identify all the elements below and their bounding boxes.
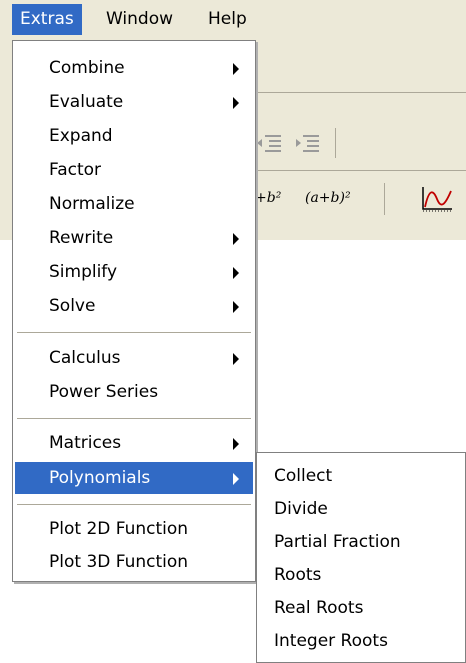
menu-item-label: Plot 3D Function [49, 552, 189, 572]
menu-item-label: Plot 2D Function [49, 519, 189, 539]
expand-square-button[interactable]: +b² [255, 190, 281, 206]
menu-item-label: Simplify [49, 262, 118, 282]
decrease-indent-icon[interactable] [255, 132, 283, 159]
menu-item-label: Polynomials [49, 468, 151, 488]
toolbar-separator [335, 128, 336, 158]
plot-2d-icon[interactable] [420, 185, 454, 218]
submenu-arrow-icon [233, 473, 239, 485]
menu-item-label: Factor [49, 160, 102, 180]
increase-indent-icon[interactable] [293, 132, 321, 159]
menu-item-plot-3d[interactable]: Plot 3D Function [15, 546, 253, 578]
menu-item-label: Real Roots [274, 598, 364, 618]
menu-separator [17, 332, 251, 333]
menu-item-label: Rewrite [49, 228, 114, 248]
menu-item-polynomials[interactable]: Polynomials [15, 462, 253, 494]
submenu-item-integer-roots[interactable]: Integer Roots [259, 625, 463, 657]
submenu-arrow-icon [233, 438, 239, 450]
menu-bar: Extras Window Help [0, 0, 466, 40]
menu-item-label: Roots [274, 565, 322, 585]
toolbar-divider [255, 92, 466, 93]
menu-separator [17, 418, 251, 419]
menu-item-label: Calculus [49, 348, 121, 368]
menu-item-rewrite[interactable]: Rewrite [15, 222, 253, 254]
submenu-arrow-icon [233, 97, 239, 109]
menu-item-evaluate[interactable]: Evaluate [15, 86, 253, 118]
menu-item-normalize[interactable]: Normalize [15, 188, 253, 220]
menu-item-label: Evaluate [49, 92, 124, 112]
menu-item-label: Combine [49, 58, 125, 78]
menu-item-solve[interactable]: Solve [15, 290, 253, 322]
toolbar-separator [384, 183, 385, 215]
toolbar-divider [255, 170, 466, 171]
submenu-item-roots[interactable]: Roots [259, 559, 463, 591]
extras-menu: Combine Evaluate Expand Factor Normalize… [12, 40, 256, 582]
menu-item-label: Solve [49, 296, 96, 316]
submenu-item-divide[interactable]: Divide [259, 493, 463, 525]
menu-item-label: Partial Fraction [274, 532, 401, 552]
menu-window[interactable]: Window [98, 4, 181, 35]
menu-item-label: Normalize [49, 194, 135, 214]
submenu-item-collect[interactable]: Collect [259, 460, 463, 492]
binomial-square-button[interactable]: (a+b)² [305, 190, 351, 206]
polynomials-submenu: Collect Divide Partial Fraction Roots Re… [256, 452, 466, 663]
menu-item-expand[interactable]: Expand [15, 120, 253, 152]
menu-item-power-series[interactable]: Power Series [15, 376, 253, 408]
menu-item-matrices[interactable]: Matrices [15, 427, 253, 459]
menu-item-combine[interactable]: Combine [15, 52, 253, 84]
menu-item-label: Matrices [49, 433, 122, 453]
submenu-arrow-icon [233, 267, 239, 279]
menu-item-calculus[interactable]: Calculus [15, 342, 253, 374]
submenu-arrow-icon [233, 353, 239, 365]
submenu-item-real-roots[interactable]: Real Roots [259, 592, 463, 624]
menu-item-label: Collect [274, 466, 333, 486]
menu-item-simplify[interactable]: Simplify [15, 256, 253, 288]
menu-item-label: Expand [49, 126, 113, 146]
submenu-arrow-icon [233, 63, 239, 75]
submenu-arrow-icon [233, 301, 239, 313]
menu-item-label: Power Series [49, 382, 159, 402]
menu-item-plot-2d[interactable]: Plot 2D Function [15, 513, 253, 545]
menu-extras[interactable]: Extras [12, 4, 82, 35]
menu-item-label: Integer Roots [274, 631, 388, 651]
submenu-item-partial-fraction[interactable]: Partial Fraction [259, 526, 463, 558]
menu-item-factor[interactable]: Factor [15, 154, 253, 186]
menu-separator [17, 504, 251, 505]
submenu-arrow-icon [233, 233, 239, 245]
menu-help[interactable]: Help [200, 4, 255, 35]
menu-item-label: Divide [274, 499, 328, 519]
